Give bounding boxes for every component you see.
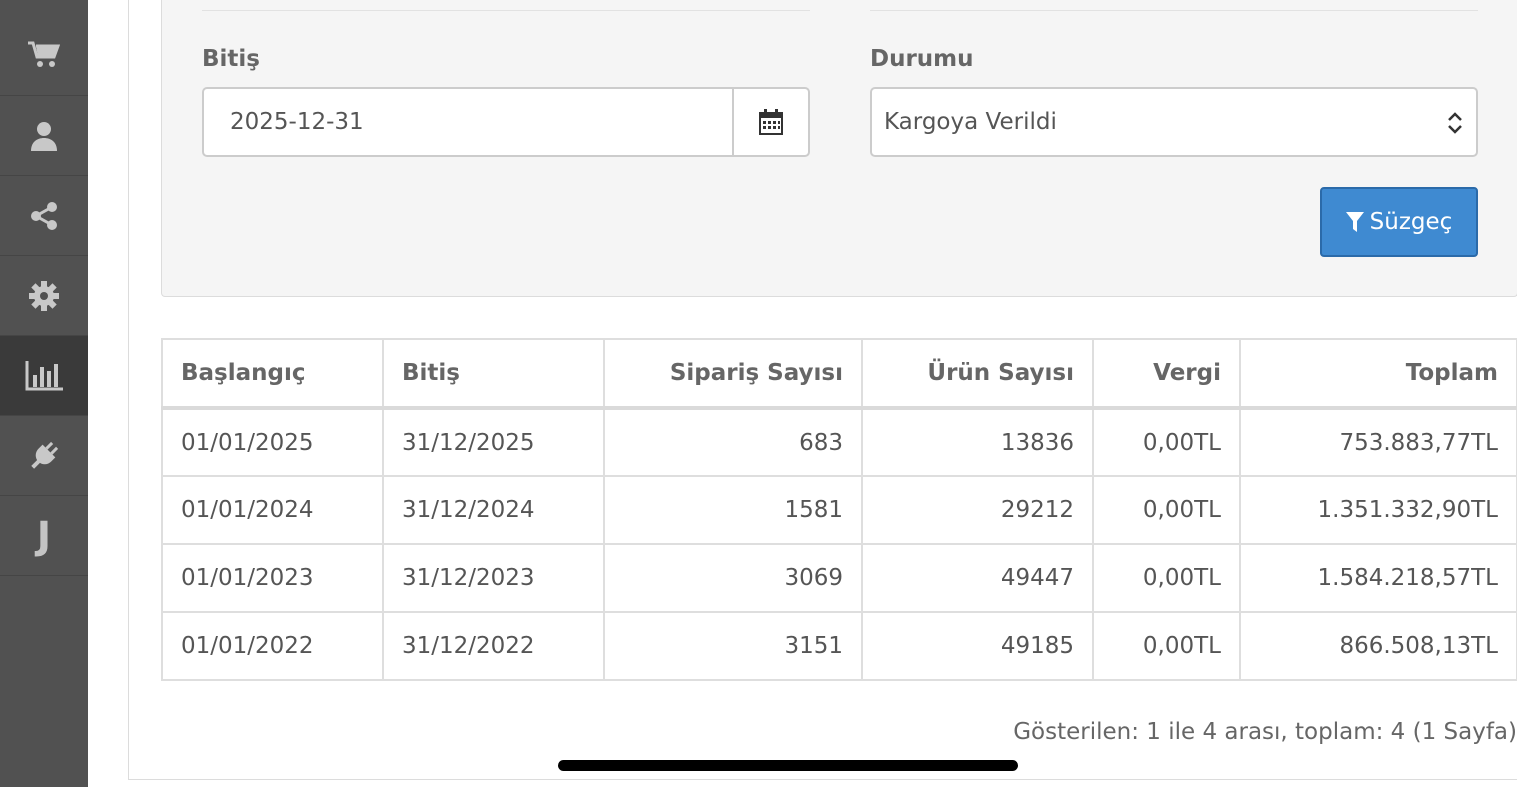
status-selected-value: Kargoya Verildi bbox=[884, 109, 1057, 135]
col-end[interactable]: Bitiş bbox=[382, 338, 605, 410]
table-row: 01/01/2023 31/12/2023 3069 49447 0,00TL … bbox=[161, 543, 1517, 613]
sidebar-item-reports[interactable] bbox=[0, 336, 88, 416]
filter-button[interactable]: Süzgeç bbox=[1320, 187, 1478, 257]
cell-order-count: 3069 bbox=[603, 543, 863, 613]
table-row: 01/01/2025 31/12/2025 683 13836 0,00TL 7… bbox=[161, 407, 1517, 477]
cell-order-count: 1581 bbox=[603, 475, 863, 545]
cell-total: 866.508,13TL bbox=[1239, 611, 1517, 681]
home-indicator[interactable] bbox=[558, 760, 1018, 771]
filter-button-label: Süzgeç bbox=[1369, 209, 1453, 235]
col-order-count[interactable]: Sipariş Sayısı bbox=[603, 338, 863, 410]
report-table: Başlangıç Bitiş Sipariş Sayısı Ürün Sayı… bbox=[161, 338, 1517, 681]
table-header-row: Başlangıç Bitiş Sipariş Sayısı Ürün Sayı… bbox=[161, 338, 1517, 410]
divider bbox=[870, 10, 1478, 11]
status-label: Durumu bbox=[870, 46, 974, 72]
cell-total: 1.584.218,57TL bbox=[1239, 543, 1517, 613]
main-content: Bitiş Durumu Kargoya Verildi bbox=[128, 0, 1517, 780]
calendar-icon bbox=[759, 109, 783, 135]
cell-end: 31/12/2023 bbox=[382, 543, 605, 613]
cell-total: 1.351.332,90TL bbox=[1239, 475, 1517, 545]
filter-icon bbox=[1345, 212, 1364, 232]
cell-end: 31/12/2022 bbox=[382, 611, 605, 681]
cell-product-count: 49185 bbox=[861, 611, 1094, 681]
sidebar-item-system[interactable] bbox=[0, 256, 88, 336]
cell-end: 31/12/2024 bbox=[382, 475, 605, 545]
end-date-input[interactable] bbox=[204, 89, 732, 155]
cell-start: 01/01/2024 bbox=[161, 475, 384, 545]
cell-tax: 0,00TL bbox=[1092, 475, 1241, 545]
table-row: 01/01/2022 31/12/2022 3151 49185 0,00TL … bbox=[161, 611, 1517, 681]
plug-icon bbox=[31, 441, 59, 469]
end-date-label: Bitiş bbox=[202, 46, 260, 72]
cell-total: 753.883,77TL bbox=[1239, 407, 1517, 477]
col-product-count[interactable]: Ürün Sayısı bbox=[861, 338, 1094, 410]
cell-product-count: 29212 bbox=[861, 475, 1094, 545]
select-arrows-icon bbox=[1448, 112, 1462, 134]
sidebar-item-marketing[interactable] bbox=[0, 176, 88, 256]
col-total[interactable]: Toplam bbox=[1239, 338, 1517, 410]
col-start[interactable]: Başlangıç bbox=[161, 338, 384, 410]
j-letter-icon: J bbox=[36, 513, 52, 558]
bar-chart-icon bbox=[25, 360, 63, 390]
divider bbox=[202, 10, 810, 11]
cell-tax: 0,00TL bbox=[1092, 611, 1241, 681]
sidebar-item-customers[interactable] bbox=[0, 96, 88, 176]
cart-icon bbox=[28, 41, 60, 67]
cell-order-count: 3151 bbox=[603, 611, 863, 681]
cell-order-count: 683 bbox=[603, 407, 863, 477]
cell-start: 01/01/2023 bbox=[161, 543, 384, 613]
status-select[interactable]: Kargoya Verildi bbox=[870, 87, 1478, 157]
user-icon bbox=[31, 121, 57, 151]
cell-product-count: 13836 bbox=[861, 407, 1094, 477]
sidebar-item-sales[interactable] bbox=[0, 0, 88, 96]
table-row: 01/01/2024 31/12/2024 1581 29212 0,00TL … bbox=[161, 475, 1517, 545]
calendar-button[interactable] bbox=[732, 89, 808, 155]
sidebar-item-extensions[interactable] bbox=[0, 416, 88, 496]
sidebar-item-j[interactable]: J bbox=[0, 496, 88, 576]
cell-end: 31/12/2025 bbox=[382, 407, 605, 477]
pagination-info: Gösterilen: 1 ile 4 arası, toplam: 4 (1 … bbox=[1013, 719, 1517, 745]
cell-tax: 0,00TL bbox=[1092, 407, 1241, 477]
gear-icon bbox=[29, 280, 59, 311]
col-tax[interactable]: Vergi bbox=[1092, 338, 1241, 410]
cell-tax: 0,00TL bbox=[1092, 543, 1241, 613]
end-date-group bbox=[202, 87, 810, 157]
sidebar: J bbox=[0, 0, 88, 787]
share-icon bbox=[31, 201, 57, 230]
cell-start: 01/01/2025 bbox=[161, 407, 384, 477]
filter-panel: Bitiş Durumu Kargoya Verildi bbox=[161, 0, 1517, 297]
cell-start: 01/01/2022 bbox=[161, 611, 384, 681]
cell-product-count: 49447 bbox=[861, 543, 1094, 613]
